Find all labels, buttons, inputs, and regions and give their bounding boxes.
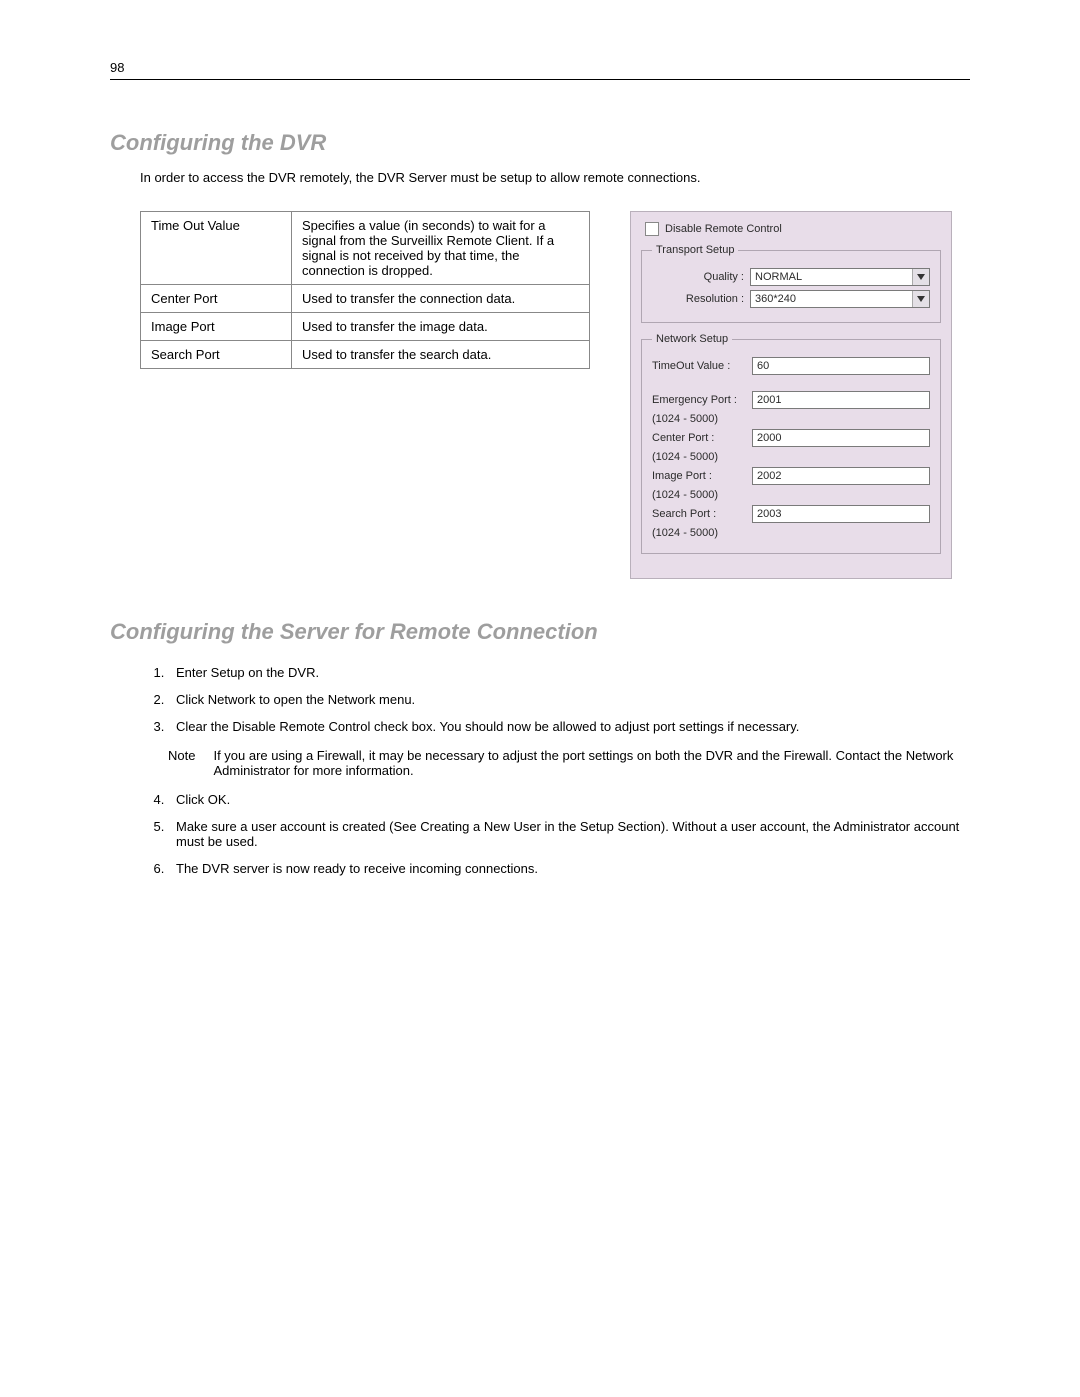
- definitions-table: Time Out Value Specifies a value (in sec…: [140, 211, 590, 369]
- desc-cell: Specifies a value (in seconds) to wait f…: [292, 212, 590, 285]
- emergency-port-row: Emergency Port : 2001: [652, 391, 930, 409]
- timeout-row: TimeOut Value : 60: [652, 357, 930, 375]
- transport-setup-group: Transport Setup Quality : NORMAL Resolut…: [641, 244, 941, 323]
- center-port-label: Center Port :: [652, 432, 752, 444]
- term-cell: Center Port: [141, 285, 292, 313]
- resolution-select[interactable]: 360*240: [750, 290, 930, 308]
- transport-legend: Transport Setup: [652, 244, 738, 256]
- step-4: Click OK.: [168, 786, 970, 813]
- section-heading-server: Configuring the Server for Remote Connec…: [110, 619, 970, 645]
- step-2-text-a: Click: [176, 692, 208, 707]
- resolution-label: Resolution :: [652, 293, 750, 305]
- checkbox-box-icon: [645, 222, 659, 236]
- header-rule: [110, 79, 970, 80]
- network-legend: Network Setup: [652, 333, 732, 345]
- note-label: Note: [168, 748, 195, 778]
- timeout-label: TimeOut Value :: [652, 360, 752, 372]
- step-2: Click Network to open the Network menu.: [168, 686, 970, 713]
- step-4-bold: OK: [208, 792, 227, 807]
- search-port-input[interactable]: 2003: [752, 505, 930, 523]
- section-intro: In order to access the DVR remotely, the…: [140, 170, 970, 185]
- search-port-value: 2003: [757, 508, 781, 520]
- quality-label: Quality :: [652, 271, 750, 283]
- step-6: The DVR server is now ready to receive i…: [168, 855, 970, 882]
- desc-cell: Used to transfer the connection data.: [292, 285, 590, 313]
- image-port-range: (1024 - 5000): [652, 489, 930, 501]
- step-3-bold: Disable Remote Control: [232, 719, 370, 734]
- desc-cell: Used to transfer the search data.: [292, 341, 590, 369]
- image-port-label: Image Port :: [652, 470, 752, 482]
- steps-list-cont: Click OK. Make sure a user account is cr…: [140, 786, 970, 882]
- search-port-row: Search Port : 2003: [652, 505, 930, 523]
- step-3-text-a: Clear the: [176, 719, 232, 734]
- note-block: Note If you are using a Firewall, it may…: [168, 748, 970, 778]
- chevron-down-icon: [912, 291, 929, 307]
- emergency-port-range: (1024 - 5000): [652, 413, 930, 425]
- step-2-text-c: to open the Network menu.: [255, 692, 415, 707]
- search-port-range: (1024 - 5000): [652, 527, 930, 539]
- term-cell: Search Port: [141, 341, 292, 369]
- desc-cell: Used to transfer the image data.: [292, 313, 590, 341]
- emergency-port-label: Emergency Port :: [652, 394, 752, 406]
- resolution-value: 360*240: [755, 293, 796, 305]
- term-cell: Time Out Value: [141, 212, 292, 285]
- step-3: Clear the Disable Remote Control check b…: [168, 713, 970, 740]
- table-row: Time Out Value Specifies a value (in sec…: [141, 212, 590, 285]
- center-port-value: 2000: [757, 432, 781, 444]
- step-2-bold: Network: [208, 692, 256, 707]
- image-port-row: Image Port : 2002: [652, 467, 930, 485]
- step-1: Enter Setup on the DVR.: [168, 659, 970, 686]
- image-port-value: 2002: [757, 470, 781, 482]
- table-row: Image Port Used to transfer the image da…: [141, 313, 590, 341]
- table-row: Center Port Used to transfer the connect…: [141, 285, 590, 313]
- table-row: Search Port Used to transfer the search …: [141, 341, 590, 369]
- emergency-port-input[interactable]: 2001: [752, 391, 930, 409]
- step-3-text-c: check box. You should now be allowed to …: [370, 719, 799, 734]
- center-port-row: Center Port : 2000: [652, 429, 930, 447]
- center-port-input[interactable]: 2000: [752, 429, 930, 447]
- emergency-port-value: 2001: [757, 394, 781, 406]
- image-port-input[interactable]: 2002: [752, 467, 930, 485]
- network-setup-dialog: Disable Remote Control Transport Setup Q…: [630, 211, 952, 579]
- disable-remote-checkbox[interactable]: Disable Remote Control: [645, 222, 941, 236]
- timeout-input[interactable]: 60: [752, 357, 930, 375]
- chevron-down-icon: [912, 269, 929, 285]
- quality-value: NORMAL: [755, 271, 802, 283]
- disable-remote-label: Disable Remote Control: [665, 223, 782, 235]
- center-port-range: (1024 - 5000): [652, 451, 930, 463]
- section-heading-dvr: Configuring the DVR: [110, 130, 970, 156]
- manual-page: 98 Configuring the DVR In order to acces…: [0, 0, 1080, 942]
- network-setup-group: Network Setup TimeOut Value : 60 Emergen…: [641, 333, 941, 554]
- term-cell: Image Port: [141, 313, 292, 341]
- quality-row: Quality : NORMAL: [652, 268, 930, 286]
- page-number: 98: [110, 60, 970, 75]
- resolution-row: Resolution : 360*240: [652, 290, 930, 308]
- step-4-text-a: Click: [176, 792, 208, 807]
- steps-list: Enter Setup on the DVR. Click Network to…: [140, 659, 970, 740]
- timeout-value: 60: [757, 360, 769, 372]
- step-4-text-c: .: [227, 792, 231, 807]
- note-text: If you are using a Firewall, it may be n…: [213, 748, 970, 778]
- search-port-label: Search Port :: [652, 508, 752, 520]
- content-row: Time Out Value Specifies a value (in sec…: [140, 211, 970, 579]
- quality-select[interactable]: NORMAL: [750, 268, 930, 286]
- step-5: Make sure a user account is created (See…: [168, 813, 970, 855]
